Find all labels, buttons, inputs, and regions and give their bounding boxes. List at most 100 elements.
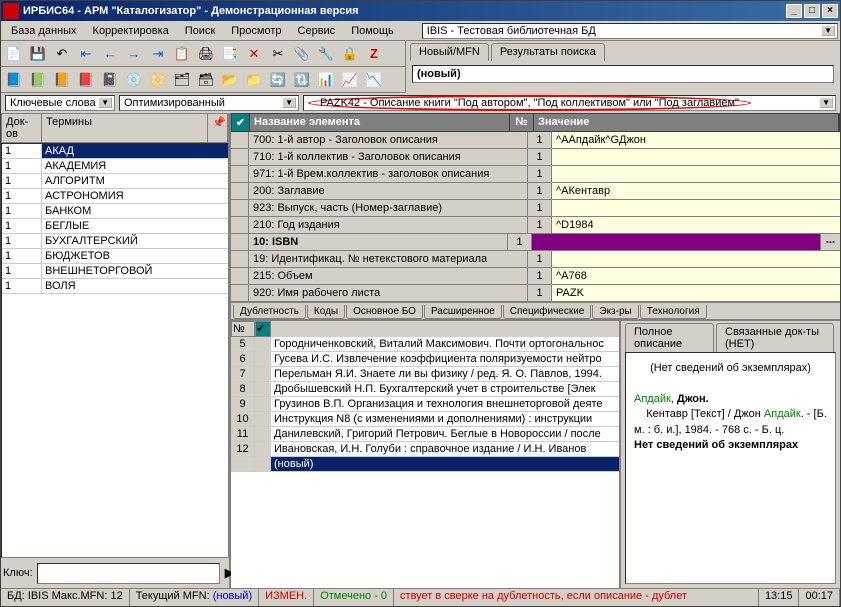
element-row[interactable]: 200: Заглавие1^AКентавр — [231, 183, 840, 200]
term-row[interactable]: 1ВОЛЯ — [2, 279, 228, 294]
combo-worksheet[interactable]: PAZK42 - Описание книги "Под автором", "… — [303, 95, 836, 111]
menu-view[interactable]: Просмотр — [223, 23, 289, 39]
tb2-1-icon[interactable]: 📘 — [3, 69, 25, 91]
col-check[interactable]: ✔ — [232, 114, 250, 131]
undo-icon[interactable]: ↶ — [51, 43, 73, 65]
element-row[interactable]: 700: 1-й автор - Заголовок описания1^AАп… — [231, 132, 840, 149]
subtab-main[interactable]: Основное БО — [346, 305, 423, 319]
col-elemval[interactable]: Значение — [534, 114, 839, 131]
col-resnum[interactable]: № — [231, 321, 255, 337]
combo-keywords[interactable]: Ключевые слова — [5, 95, 115, 111]
save-icon[interactable]: 💾 — [27, 43, 49, 65]
element-row[interactable]: 923: Выпуск, часть (Номер-заглавие)1 — [231, 200, 840, 217]
terms-list[interactable]: 1АКАД1АКАДЕМИЯ1АЛГОРИТМ1АСТРОНОМИЯ1БАНКО… — [1, 143, 229, 558]
menu-search[interactable]: Поиск — [177, 23, 223, 39]
subtab-tech[interactable]: Технология — [640, 305, 707, 319]
element-row[interactable]: 215: Объем1^A768 — [231, 268, 840, 285]
first-icon[interactable]: ⇤ — [75, 43, 97, 65]
col-elemnum[interactable]: № — [510, 114, 534, 131]
col-elemname[interactable]: Название элемента — [250, 114, 510, 131]
subtab-dub[interactable]: Дублетность — [233, 305, 306, 319]
element-row[interactable]: 710: 1-й коллектив - Заголовок описания1 — [231, 149, 840, 166]
tb2-11-icon[interactable]: 📁 — [243, 69, 265, 91]
tb2-13-icon[interactable]: 🔃 — [291, 69, 313, 91]
term-row[interactable]: 1БУХГАЛТЕРСКИЙ — [2, 234, 228, 249]
value-picker-button[interactable]: ... — [820, 234, 840, 250]
term-row[interactable]: 1АКАД — [2, 144, 228, 159]
copy-icon[interactable]: 📋 — [171, 43, 193, 65]
term-row[interactable]: 1АСТРОНОМИЯ — [2, 189, 228, 204]
result-row-new[interactable]: (новый) — [231, 457, 619, 472]
close-button[interactable]: × — [822, 4, 838, 18]
tb2-2-icon[interactable]: 📗 — [27, 69, 49, 91]
element-row[interactable]: 19: Идентификац. № нетекстового материал… — [231, 251, 840, 268]
database-select[interactable]: IBIS - Тестовая библиотечная БД — [422, 23, 838, 39]
cut-icon[interactable]: ✂ — [267, 43, 289, 65]
col-rescheck[interactable]: ✔ — [255, 321, 271, 337]
tb2-10-icon[interactable]: 📂 — [219, 69, 241, 91]
col-count[interactable]: Док-ов — [2, 114, 42, 142]
menu-help[interactable]: Помощь — [343, 23, 402, 39]
last-icon[interactable]: ⇥ — [147, 43, 169, 65]
print-icon[interactable]: 🖨 — [195, 43, 217, 65]
lock-icon[interactable]: 🔒 — [339, 43, 361, 65]
term-row[interactable]: 1БЕГЛЫЕ — [2, 219, 228, 234]
term-row[interactable]: 1БАНКОМ — [2, 204, 228, 219]
combo-optimized[interactable]: Оптимизированный — [119, 95, 299, 111]
delete-icon[interactable]: ✕ — [243, 43, 265, 65]
tab-linked[interactable]: Связанные док-ты (НЕТ) — [716, 323, 834, 352]
tool-icon[interactable]: 🔧 — [315, 43, 337, 65]
tb2-15-icon[interactable]: 📈 — [339, 69, 361, 91]
menu-database[interactable]: База данных — [3, 23, 85, 39]
element-row[interactable]: 920: Имя рабочего листа1PAZK — [231, 285, 840, 302]
mfn-field[interactable]: (новый) — [412, 65, 834, 83]
result-row[interactable]: 6Гусева И.С. Извлечение коэффициента пол… — [231, 352, 619, 367]
elements-grid[interactable]: 700: 1-й автор - Заголовок описания1^AАп… — [231, 132, 840, 302]
tab-fulldesc[interactable]: Полное описание — [625, 323, 714, 352]
menu-correction[interactable]: Корректировка — [85, 23, 177, 39]
maximize-button[interactable]: □ — [804, 4, 820, 18]
term-row[interactable]: 1БЮДЖЕТОВ — [2, 249, 228, 264]
tab-results[interactable]: Результаты поиска — [491, 43, 605, 61]
next-icon[interactable]: → — [123, 43, 145, 65]
pin-icon[interactable]: 📌 — [208, 114, 228, 142]
tb2-16-icon[interactable]: 📉 — [363, 69, 385, 91]
element-row[interactable]: 210: Год издания1^D1984 — [231, 217, 840, 234]
result-row[interactable]: 11Данилевский, Григорий Петрович. Беглые… — [231, 427, 619, 442]
tb2-14-icon[interactable]: 📊 — [315, 69, 337, 91]
element-row[interactable]: 10: ISBN1... — [231, 234, 840, 251]
copy2-icon[interactable]: 📑 — [219, 43, 241, 65]
key-input[interactable] — [37, 563, 220, 584]
results-list[interactable]: 5Городниченковский, Виталий Максимович. … — [231, 337, 619, 588]
subtab-code[interactable]: Коды — [307, 305, 345, 319]
tb2-3-icon[interactable]: 📙 — [51, 69, 73, 91]
tb2-4-icon[interactable]: 📕 — [75, 69, 97, 91]
subtab-ex[interactable]: Экз-ры — [592, 305, 638, 319]
new-icon[interactable]: 📄 — [3, 43, 25, 65]
element-row[interactable]: 971: 1-й Врем.коллектив - заголовок опис… — [231, 166, 840, 183]
subtab-ext[interactable]: Расширенное — [424, 305, 502, 319]
subtab-spec[interactable]: Специфические — [503, 305, 592, 319]
result-row[interactable]: 5Городниченковский, Виталий Максимович. … — [231, 337, 619, 352]
tb2-8-icon[interactable]: 🗂 — [171, 69, 193, 91]
prev-icon[interactable]: ← — [99, 43, 121, 65]
term-row[interactable]: 1АКАДЕМИЯ — [2, 159, 228, 174]
result-row[interactable]: 7Перельман Я.И. Знаете ли вы физику / ре… — [231, 367, 619, 382]
tb2-5-icon[interactable]: 📓 — [99, 69, 121, 91]
col-terms[interactable]: Термины — [42, 114, 208, 142]
term-row[interactable]: 1АЛГОРИТМ — [2, 174, 228, 189]
tb2-9-icon[interactable]: 🗃 — [195, 69, 217, 91]
tb2-7-icon[interactable]: 📀 — [147, 69, 169, 91]
result-row[interactable]: 12Ивановская, И.Н. Голуби : справочное и… — [231, 442, 619, 457]
result-row[interactable]: 10Инструкция N8 (с изменениями и дополне… — [231, 412, 619, 427]
menu-service[interactable]: Сервис — [290, 23, 344, 39]
minimize-button[interactable]: _ — [786, 4, 802, 18]
paste-icon[interactable]: 📎 — [291, 43, 313, 65]
result-row[interactable]: 8Дробышевский Н.П. Бухгалтерский учет в … — [231, 382, 619, 397]
z-icon[interactable]: Z — [363, 43, 385, 65]
tb2-6-icon[interactable]: 💿 — [123, 69, 145, 91]
tab-new[interactable]: Новый/MFN — [410, 43, 489, 61]
result-row[interactable]: 9Грузинов В.П. Организация и технология … — [231, 397, 619, 412]
term-row[interactable]: 1ВНЕШНЕТОРГОВОЙ — [2, 264, 228, 279]
tb2-12-icon[interactable]: 🔄 — [267, 69, 289, 91]
